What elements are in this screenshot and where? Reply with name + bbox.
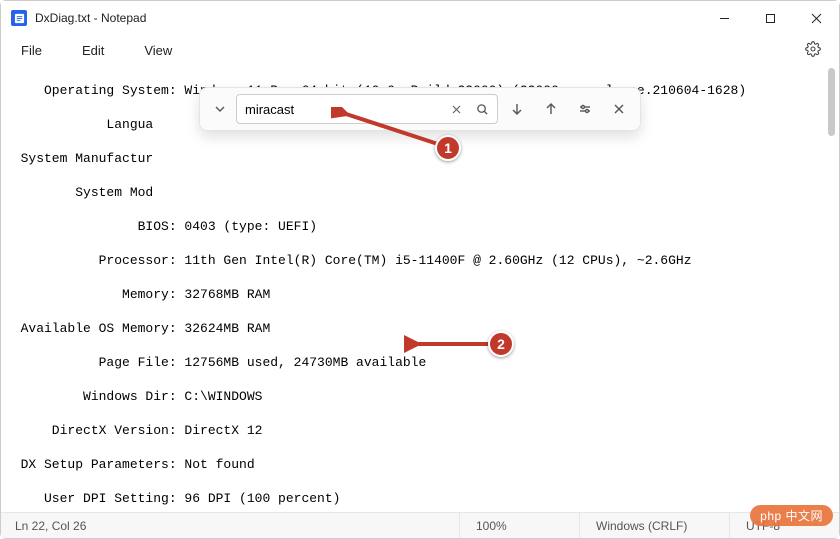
text-line: DirectX Version: DirectX 12 bbox=[5, 422, 839, 439]
watermark: php 中文网 bbox=[750, 505, 833, 526]
minimize-button[interactable] bbox=[701, 1, 747, 35]
menu-edit[interactable]: Edit bbox=[72, 39, 114, 62]
text-editor[interactable]: Operating System: Windows 11 Pro 64-bit … bbox=[1, 65, 839, 512]
notepad-icon bbox=[11, 10, 27, 26]
status-bar: Ln 22, Col 26 100% Windows (CRLF) UTF-8 bbox=[1, 512, 839, 538]
status-line-ending: Windows (CRLF) bbox=[579, 513, 729, 538]
settings-button[interactable] bbox=[797, 37, 829, 64]
status-zoom: 100% bbox=[459, 513, 579, 538]
window-controls bbox=[701, 1, 839, 35]
text-line: User DPI Setting: 96 DPI (100 percent) bbox=[5, 490, 839, 507]
vertical-scrollbar[interactable] bbox=[824, 66, 838, 511]
find-expand-button[interactable] bbox=[206, 94, 234, 124]
find-bar bbox=[199, 87, 641, 131]
search-icon[interactable] bbox=[469, 96, 495, 122]
text-line: DX Setup Parameters: Not found bbox=[5, 456, 839, 473]
window-title: DxDiag.txt - Notepad bbox=[35, 11, 701, 25]
text-line: Processor: 11th Gen Intel(R) Core(TM) i5… bbox=[5, 252, 839, 269]
find-previous-button[interactable] bbox=[536, 94, 566, 124]
find-next-button[interactable] bbox=[502, 94, 532, 124]
text-line: BIOS: 0403 (type: UEFI) bbox=[5, 218, 839, 235]
title-bar: DxDiag.txt - Notepad bbox=[1, 1, 839, 35]
find-input[interactable] bbox=[245, 102, 443, 117]
clear-find-button[interactable] bbox=[443, 96, 469, 122]
find-input-container bbox=[236, 94, 498, 124]
menu-view[interactable]: View bbox=[134, 39, 182, 62]
status-position: Ln 22, Col 26 bbox=[1, 513, 459, 538]
close-button[interactable] bbox=[793, 1, 839, 35]
text-line: Page File: 12756MB used, 24730MB availab… bbox=[5, 354, 839, 371]
menu-bar: File Edit View bbox=[1, 35, 839, 65]
menu-file[interactable]: File bbox=[11, 39, 52, 62]
maximize-button[interactable] bbox=[747, 1, 793, 35]
close-find-button[interactable] bbox=[604, 94, 634, 124]
find-options-button[interactable] bbox=[570, 94, 600, 124]
text-line: Windows Dir: C:\WINDOWS bbox=[5, 388, 839, 405]
text-line: Available OS Memory: 32624MB RAM bbox=[5, 320, 839, 337]
text-line: Memory: 32768MB RAM bbox=[5, 286, 839, 303]
text-line: System Mod bbox=[5, 184, 839, 201]
text-line: System Manufactur bbox=[5, 150, 839, 167]
